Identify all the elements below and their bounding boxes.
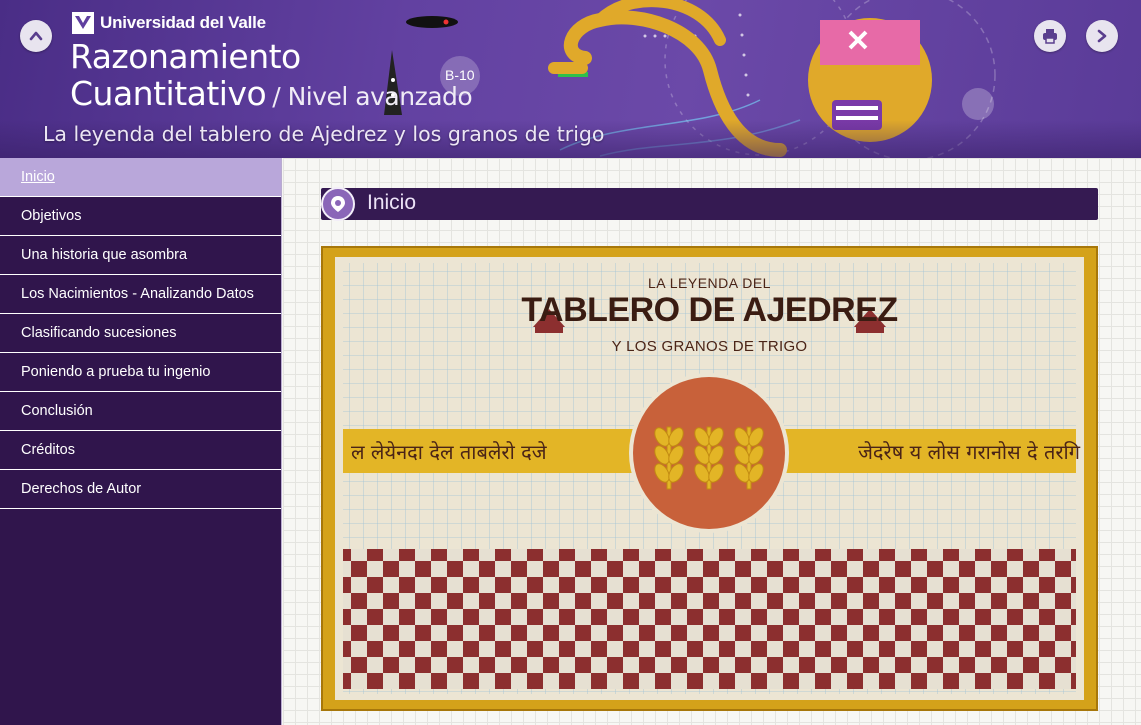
main-content: Inicio LA LEYENDA DEL TABLERO DE AJEDREZ… — [283, 158, 1141, 725]
hero-band-text-right: जेदरेष य लोस गरानोस दे तरगि — [858, 440, 1080, 464]
sidebar-item-creditos[interactable]: Créditos — [0, 431, 281, 470]
print-icon — [1043, 29, 1057, 44]
collapse-button[interactable] — [20, 20, 52, 52]
sidebar-item-conclusion[interactable]: Conclusión — [0, 392, 281, 431]
chevron-right-icon — [1097, 29, 1107, 43]
hero-title-top: LA LEYENDA DEL — [648, 275, 771, 291]
university-name: Universidad del Valle — [100, 13, 266, 32]
sidebar-item-ingenio[interactable]: Poniendo a prueba tu ingenio — [0, 353, 281, 392]
hero-image: LA LEYENDA DEL TABLERO DE AJEDREZ Y LOS … — [335, 257, 1084, 700]
print-button[interactable] — [1034, 20, 1066, 52]
university-brand: Universidad del Valle — [72, 12, 266, 34]
page-subtitle: La leyenda del tablero de Ajedrez y los … — [43, 122, 605, 146]
chevron-up-icon — [29, 31, 43, 41]
sidebar-item-nacimientos[interactable]: Los Nacimientos - Analizando Datos — [0, 275, 281, 314]
hero-band-text-left: ल लेयेनदा देल ताबलेरो दजे — [351, 440, 547, 464]
hero-image-frame: LA LEYENDA DEL TABLERO DE AJEDREZ Y LOS … — [321, 246, 1098, 711]
section-header-bar — [321, 188, 1098, 220]
sidebar-item-clasificando[interactable]: Clasificando sucesiones — [0, 314, 281, 353]
wheat-icon — [654, 426, 764, 490]
sidebar-item-derechos[interactable]: Derechos de Autor — [0, 470, 281, 509]
section-title: Inicio — [367, 191, 417, 214]
header-banner: B-10 Universidad del Valle Razonamiento … — [0, 0, 1141, 158]
course-title-line2: Cuantitativo / Nivel avanzado — [70, 74, 473, 113]
sidebar-item-inicio[interactable]: Inicio — [0, 158, 281, 197]
sidebar-item-objetivos[interactable]: Objetivos — [0, 197, 281, 236]
course-title-line1: Razonamiento — [70, 37, 301, 76]
sidebar-nav: Inicio Objetivos Una historia que asombr… — [0, 158, 282, 725]
sidebar-item-historia[interactable]: Una historia que asombra — [0, 236, 281, 275]
next-page-button[interactable] — [1086, 20, 1118, 52]
university-logo-icon — [72, 12, 94, 34]
hero-title-bottom: Y LOS GRANOS DE TRIGO — [611, 338, 808, 355]
map-pin-icon — [331, 196, 345, 212]
course-level: / Nivel avanzado — [272, 82, 473, 111]
section-marker — [321, 187, 355, 221]
course-title-main: Cuantitativo — [70, 74, 267, 113]
hero-title-main: TABLERO DE AJEDREZ — [521, 291, 898, 329]
